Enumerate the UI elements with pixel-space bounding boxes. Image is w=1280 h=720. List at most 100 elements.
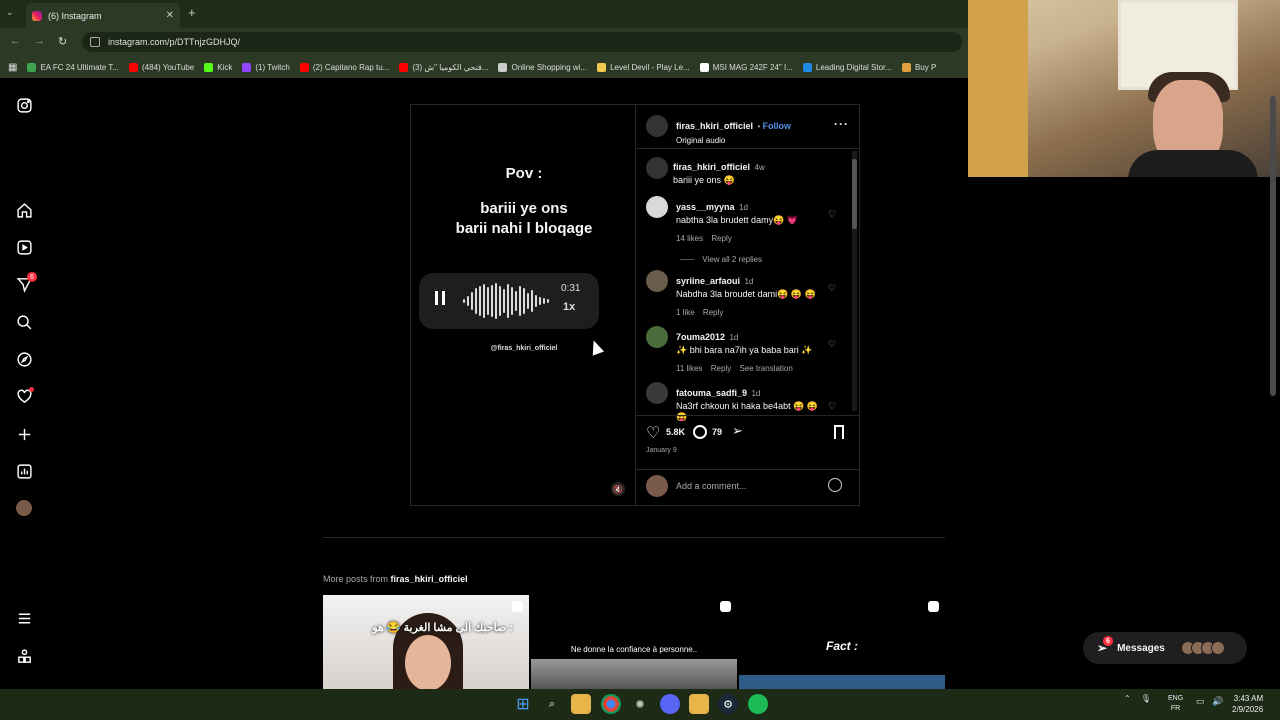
volume-icon[interactable]: 🔊	[1212, 696, 1223, 707]
bookmark-item[interactable]: Kick	[204, 62, 232, 72]
bookmark-label: Level Devil - Play Le...	[610, 62, 690, 72]
show-hidden-icons-chevron-icon[interactable]: ⌃	[1124, 694, 1131, 703]
more-menu-icon[interactable]	[14, 608, 34, 628]
close-tab-icon[interactable]: ✕	[166, 10, 174, 21]
comment-avatar[interactable]	[646, 326, 668, 348]
post-media[interactable]: Pov : bariii ye ons barii nahi l bloqage…	[410, 104, 636, 506]
dashboard-icon[interactable]	[14, 461, 34, 481]
comment-likes[interactable]: 1 like	[676, 308, 695, 317]
windows-start-icon[interactable]: ⊞	[513, 694, 533, 714]
comment-likes[interactable]: 14 likes	[676, 234, 703, 243]
reply-button[interactable]: Reply	[711, 364, 731, 373]
reply-button[interactable]: Reply	[711, 234, 731, 243]
view-replies-button[interactable]: View all 2 replies	[702, 255, 762, 264]
like-comment-icon[interactable]: ♡	[828, 339, 836, 350]
like-comment-icon[interactable]: ♡	[828, 209, 836, 220]
home-icon[interactable]	[14, 200, 34, 220]
file-explorer-icon[interactable]	[571, 694, 591, 714]
bookmark-item[interactable]: (2) Capitano Rap tu...	[299, 62, 389, 72]
comment-avatar[interactable]	[646, 196, 668, 218]
comment-username[interactable]: 7ouma2012	[676, 332, 725, 342]
forward-arrow-icon[interactable]: →	[34, 35, 45, 47]
waveform-bar	[511, 287, 513, 315]
reels-icon[interactable]	[14, 237, 34, 257]
bookmark-item[interactable]: (1) Twitch	[242, 62, 290, 72]
add-comment-input[interactable]: Add a comment...	[676, 481, 747, 491]
url-bar[interactable]: instagram.com/p/DTTnjzGDHJQ/	[82, 32, 962, 52]
page-scrollbar[interactable]	[1270, 96, 1276, 396]
browser-tab-instagram[interactable]: (6) Instagram ✕	[26, 3, 180, 28]
microphone-icon[interactable]: 🎙	[1141, 694, 1151, 703]
caption-username[interactable]: firas_hkiri_officiel	[673, 162, 750, 172]
comment-bubble-icon[interactable]	[693, 425, 707, 439]
bookmark-item[interactable]: Leading Digital Stor...	[802, 62, 892, 72]
create-plus-icon[interactable]	[14, 424, 34, 444]
clock[interactable]: 3:43 AM 2/9/2026	[1232, 693, 1263, 715]
tab-search-chevron-icon[interactable]: ⌄	[6, 7, 14, 18]
post-thumbnail[interactable]: Fact :	[739, 595, 945, 689]
steam-icon[interactable]: ⚙	[718, 694, 738, 714]
post-thumbnail[interactable]: صاحبك الى مشا الغربة 😂 هو :	[323, 595, 529, 689]
like-count[interactable]: 5.8K	[666, 427, 685, 437]
bookmark-item[interactable]: MSI MAG 242F 24" I...	[699, 62, 793, 72]
url-text: instagram.com/p/DTTnjzGDHJQ/	[108, 37, 241, 47]
also-from-meta-icon[interactable]	[14, 646, 34, 666]
new-tab-button[interactable]: +	[188, 5, 196, 20]
comments-scrollbar[interactable]	[852, 151, 857, 411]
openai-icon[interactable]: ✺	[630, 694, 650, 714]
bookmark-item[interactable]: Online Shopping wi...	[498, 62, 587, 72]
bookmark-item[interactable]: (3) فتحي الكوميا "ش...	[399, 62, 488, 72]
comment-likes[interactable]: 11 likes	[676, 364, 703, 373]
more-options-icon[interactable]: ···	[834, 117, 849, 131]
site-info-icon[interactable]	[90, 37, 100, 47]
comment-avatar[interactable]	[646, 382, 668, 404]
emoji-picker-icon[interactable]	[828, 478, 842, 492]
post-header: firas_hkiri_officiel • Follow Original a…	[676, 121, 792, 145]
comment-text: Na3rf chkoun ki haka be4abt 😝 😝 😝	[676, 401, 818, 421]
author-username[interactable]: firas_hkiri_officiel	[676, 121, 753, 131]
back-arrow-icon[interactable]: ←	[10, 35, 21, 47]
caption-author-avatar[interactable]	[646, 157, 668, 179]
profile-avatar[interactable]	[14, 498, 34, 518]
comment-username[interactable]: syriine_arfaoui	[676, 276, 740, 286]
comment-avatar[interactable]	[646, 270, 668, 292]
notes-icon[interactable]	[689, 694, 709, 714]
apps-grid-icon[interactable]: ▦	[8, 62, 17, 73]
share-send-icon[interactable]: ➢	[732, 423, 743, 439]
comment-item: yass__myyna 1d nabtha 3la brudett damy😝 …	[676, 197, 836, 264]
discord-icon[interactable]	[660, 694, 680, 714]
comment-username[interactable]: fatouma_sadfi_9	[676, 388, 747, 398]
post-thumbnail[interactable]: Ne donne la confiance à personne..	[531, 595, 737, 689]
audio-label[interactable]: Original audio	[676, 136, 791, 145]
post-date[interactable]: January 9	[646, 447, 677, 454]
bookmark-item[interactable]: Buy P	[901, 62, 936, 72]
input-language[interactable]: ENG FR	[1168, 694, 1183, 714]
reload-icon[interactable]: ↻	[58, 35, 67, 48]
messages-button[interactable]: ➢ 6 Messages	[1083, 632, 1247, 664]
more-posts-username[interactable]: firas_hkiri_officiel	[391, 574, 468, 584]
see-translation-button[interactable]: See translation	[739, 364, 792, 373]
like-heart-icon[interactable]: ♡	[646, 423, 660, 443]
comment-username[interactable]: yass__myyna	[676, 202, 735, 212]
spotify-icon[interactable]	[748, 694, 768, 714]
bookmark-item[interactable]: Level Devil - Play Le...	[597, 62, 690, 72]
follow-button[interactable]: Follow	[763, 121, 792, 131]
reply-button[interactable]: Reply	[703, 308, 723, 317]
audio-muted-icon[interactable]: 🔇	[611, 482, 625, 496]
chrome-icon[interactable]	[601, 694, 621, 714]
bookmark-item[interactable]: EA FC 24 Ultimate T...	[27, 62, 119, 72]
notifications-heart-icon[interactable]	[14, 386, 34, 406]
search-icon[interactable]	[14, 312, 34, 332]
author-avatar[interactable]	[646, 115, 668, 137]
direct-send-icon[interactable]: 6	[14, 272, 37, 294]
save-bookmark-icon[interactable]	[834, 425, 844, 439]
like-comment-icon[interactable]: ♡	[828, 283, 836, 294]
network-icon[interactable]: ▭	[1196, 696, 1205, 707]
taskbar-search-icon[interactable]: ⌕	[542, 694, 562, 714]
bookmark-item[interactable]: (484) YouTube	[129, 62, 194, 72]
like-comment-icon[interactable]: ♡	[828, 401, 836, 412]
comment-time: 1d	[744, 277, 754, 286]
explore-compass-icon[interactable]	[14, 349, 34, 369]
instagram-logo-icon[interactable]	[14, 95, 34, 115]
more-posts-prefix: More posts from	[323, 574, 389, 584]
